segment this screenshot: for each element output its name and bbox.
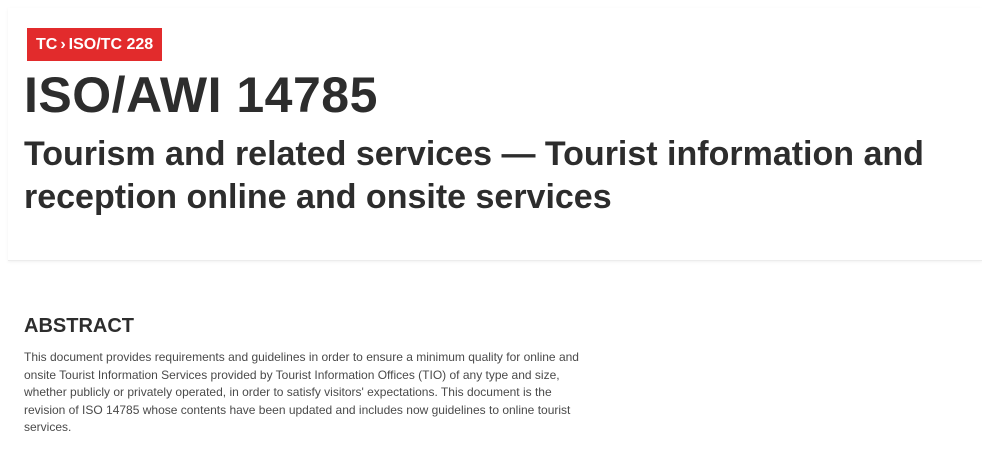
page: TC › ISO/TC 228 ISO/AWI 14785 Tourism and … [0,0,982,475]
breadcrumb: TC › ISO/TC 228 [27,28,163,61]
chevron-right-icon: › [60,36,66,53]
page-title: ISO/AWI 14785 [24,67,378,123]
abstract-heading: ABSTRACT [24,315,134,337]
breadcrumb-item-tc[interactable]: TC [36,36,57,53]
abstract-text: This document provides requirements and … [24,350,579,434]
breadcrumb-item-iso-tc-228[interactable]: ISO/TC 228 [69,36,153,53]
page-subtitle: Tourism and related services — Tourist i… [24,135,924,216]
